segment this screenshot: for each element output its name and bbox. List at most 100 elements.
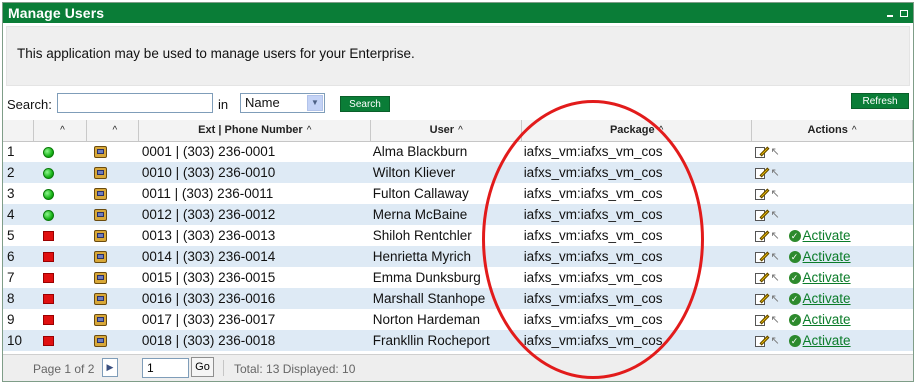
pagination-bar: Page 1 of 2 ▶ 1 Go Total: 13 Displayed: … bbox=[3, 354, 913, 381]
pointer-icon[interactable]: ↖ bbox=[771, 230, 783, 242]
actions-cell: ↖ ✓ Activate bbox=[751, 309, 913, 330]
status-cell bbox=[33, 288, 87, 309]
activate-link[interactable]: Activate bbox=[803, 270, 851, 285]
pointer-icon[interactable]: ↖ bbox=[771, 209, 783, 221]
row-number: 5 bbox=[3, 225, 34, 246]
ext-phone-cell: 0018 | (303) 236-0018 bbox=[138, 330, 371, 351]
pointer-icon[interactable]: ↖ bbox=[771, 146, 783, 158]
sort-arrow-icon[interactable]: ^ bbox=[458, 125, 463, 136]
package-cell: iafxs_vm:iafxs_vm_cos bbox=[521, 330, 752, 351]
minimize-button[interactable] bbox=[883, 6, 897, 20]
activate-link[interactable]: Activate bbox=[803, 333, 851, 348]
chevron-down-icon[interactable]: ▼ bbox=[307, 95, 323, 111]
table-row[interactable]: 2 0010 | (303) 236-0010 Wilton Kliever iafx… bbox=[3, 162, 913, 183]
pencil-edit-icon[interactable] bbox=[754, 145, 769, 159]
table-row[interactable]: 1 0001 | (303) 236-0001 Alma Blackburn iafx… bbox=[3, 141, 913, 162]
green-dot-icon bbox=[42, 188, 54, 200]
actions-cell: ↖ ✓ Activate bbox=[751, 330, 913, 351]
activate-link[interactable]: Activate bbox=[803, 228, 851, 243]
status-cell bbox=[33, 162, 87, 183]
sort-arrow-icon[interactable]: ^ bbox=[60, 125, 65, 136]
red-square-icon bbox=[42, 294, 54, 305]
column-header-status[interactable]: ^ bbox=[33, 120, 88, 142]
search-label: Search: bbox=[7, 97, 52, 112]
table-row[interactable]: 7 0015 | (303) 236-0015 Emma Dunksburg iafx… bbox=[3, 267, 913, 288]
actions-cell: ↖ bbox=[751, 141, 913, 162]
page-info: Page 1 of 2 bbox=[33, 362, 95, 376]
search-button[interactable]: Search bbox=[340, 96, 390, 112]
column-header-package[interactable]: Package ^ bbox=[521, 120, 753, 142]
sort-arrow-icon[interactable]: ^ bbox=[113, 125, 118, 136]
status-cell bbox=[33, 309, 87, 330]
totals-text: Total: 13 Displayed: 10 bbox=[234, 362, 356, 376]
row-number: 7 bbox=[3, 267, 34, 288]
activate-link[interactable]: Activate bbox=[803, 249, 851, 264]
table-row[interactable]: 8 0016 | (303) 236-0016 Marshall Stanhope i… bbox=[3, 288, 913, 309]
pencil-edit-icon[interactable] bbox=[754, 166, 769, 180]
pencil-edit-icon[interactable] bbox=[754, 187, 769, 201]
package-cell: iafxs_vm:iafxs_vm_cos bbox=[521, 225, 752, 246]
green-dot-icon bbox=[42, 167, 54, 179]
pencil-edit-icon[interactable] bbox=[754, 271, 769, 285]
package-cell: iafxs_vm:iafxs_vm_cos bbox=[521, 204, 752, 225]
window-title: Manage Users bbox=[8, 5, 105, 21]
status-cell bbox=[33, 141, 87, 162]
user-cell: Frankllin Rocheport bbox=[370, 330, 522, 351]
column-header-type[interactable]: ^ bbox=[86, 120, 140, 142]
user-cell: Shiloh Rentchler bbox=[370, 225, 522, 246]
table-row[interactable]: 9 0017 | (303) 236-0017 Norton Hardeman iaf… bbox=[3, 309, 913, 330]
refresh-button[interactable]: Refresh bbox=[851, 93, 909, 109]
sort-arrow-icon[interactable]: ^ bbox=[852, 125, 857, 136]
type-cell bbox=[86, 162, 139, 183]
activate-link[interactable]: Activate bbox=[803, 291, 851, 306]
pointer-icon[interactable]: ↖ bbox=[771, 251, 783, 263]
go-button[interactable]: Go bbox=[191, 357, 214, 377]
search-field-select[interactable]: Name ▼ bbox=[240, 93, 325, 113]
user-cell: Norton Hardeman bbox=[370, 309, 522, 330]
pencil-edit-icon[interactable] bbox=[754, 208, 769, 222]
column-header-ext-phone[interactable]: Ext | Phone Number ^ bbox=[138, 120, 372, 142]
pointer-icon[interactable]: ↖ bbox=[771, 272, 783, 284]
page-number-input[interactable]: 1 bbox=[142, 358, 189, 378]
status-cell bbox=[33, 267, 87, 288]
next-page-button[interactable]: ▶ bbox=[102, 358, 118, 377]
sort-arrow-icon[interactable]: ^ bbox=[659, 125, 664, 136]
maximize-button[interactable] bbox=[897, 6, 911, 20]
check-icon: ✓ bbox=[788, 313, 801, 326]
activate-link[interactable]: Activate bbox=[803, 312, 851, 327]
pointer-icon[interactable]: ↖ bbox=[771, 188, 783, 200]
table-row[interactable]: 6 0014 | (303) 236-0014 Henrietta Myrich ia… bbox=[3, 246, 913, 267]
search-toolbar: Search: in Name ▼ Search Refresh bbox=[3, 93, 913, 115]
pointer-icon[interactable]: ↖ bbox=[771, 293, 783, 305]
pencil-edit-icon[interactable] bbox=[754, 250, 769, 264]
user-cell: Emma Dunksburg bbox=[370, 267, 522, 288]
status-cell bbox=[33, 204, 87, 225]
package-cell: iafxs_vm:iafxs_vm_cos bbox=[521, 141, 752, 162]
package-cell: iafxs_vm:iafxs_vm_cos bbox=[521, 267, 752, 288]
column-header-actions[interactable]: Actions ^ bbox=[751, 120, 913, 142]
status-cell bbox=[33, 246, 87, 267]
table-row[interactable]: 5 0013 | (303) 236-0013 Shiloh Rentchler ia… bbox=[3, 225, 913, 246]
pencil-edit-icon[interactable] bbox=[754, 313, 769, 327]
description-text: This application may be used to manage u… bbox=[17, 45, 415, 61]
status-cell bbox=[33, 225, 87, 246]
search-input[interactable] bbox=[57, 93, 213, 113]
pencil-edit-icon[interactable] bbox=[754, 229, 769, 243]
package-cell: iafxs_vm:iafxs_vm_cos bbox=[521, 162, 752, 183]
pencil-edit-icon[interactable] bbox=[754, 292, 769, 306]
table-row[interactable]: 4 0012 | (303) 236-0012 Merna McBaine iafxs… bbox=[3, 204, 913, 225]
column-header-user[interactable]: User ^ bbox=[370, 120, 523, 142]
pointer-icon[interactable]: ↖ bbox=[771, 167, 783, 179]
pager-divider bbox=[223, 360, 224, 376]
row-number: 4 bbox=[3, 204, 34, 225]
sort-arrow-icon[interactable]: ^ bbox=[307, 125, 312, 136]
description-box: This application may be used to manage u… bbox=[6, 26, 910, 86]
pencil-edit-icon[interactable] bbox=[754, 334, 769, 348]
table-row[interactable]: 10 0018 | (303) 236-0018 Frankllin Rochepo… bbox=[3, 330, 913, 351]
red-square-icon bbox=[42, 315, 54, 326]
pointer-icon[interactable]: ↖ bbox=[771, 335, 783, 347]
ext-phone-cell: 0014 | (303) 236-0014 bbox=[138, 246, 371, 267]
check-icon: ✓ bbox=[788, 271, 801, 284]
pointer-icon[interactable]: ↖ bbox=[771, 314, 783, 326]
table-row[interactable]: 3 0011 | (303) 236-0011 Fulton Callaway iaf… bbox=[3, 183, 913, 204]
